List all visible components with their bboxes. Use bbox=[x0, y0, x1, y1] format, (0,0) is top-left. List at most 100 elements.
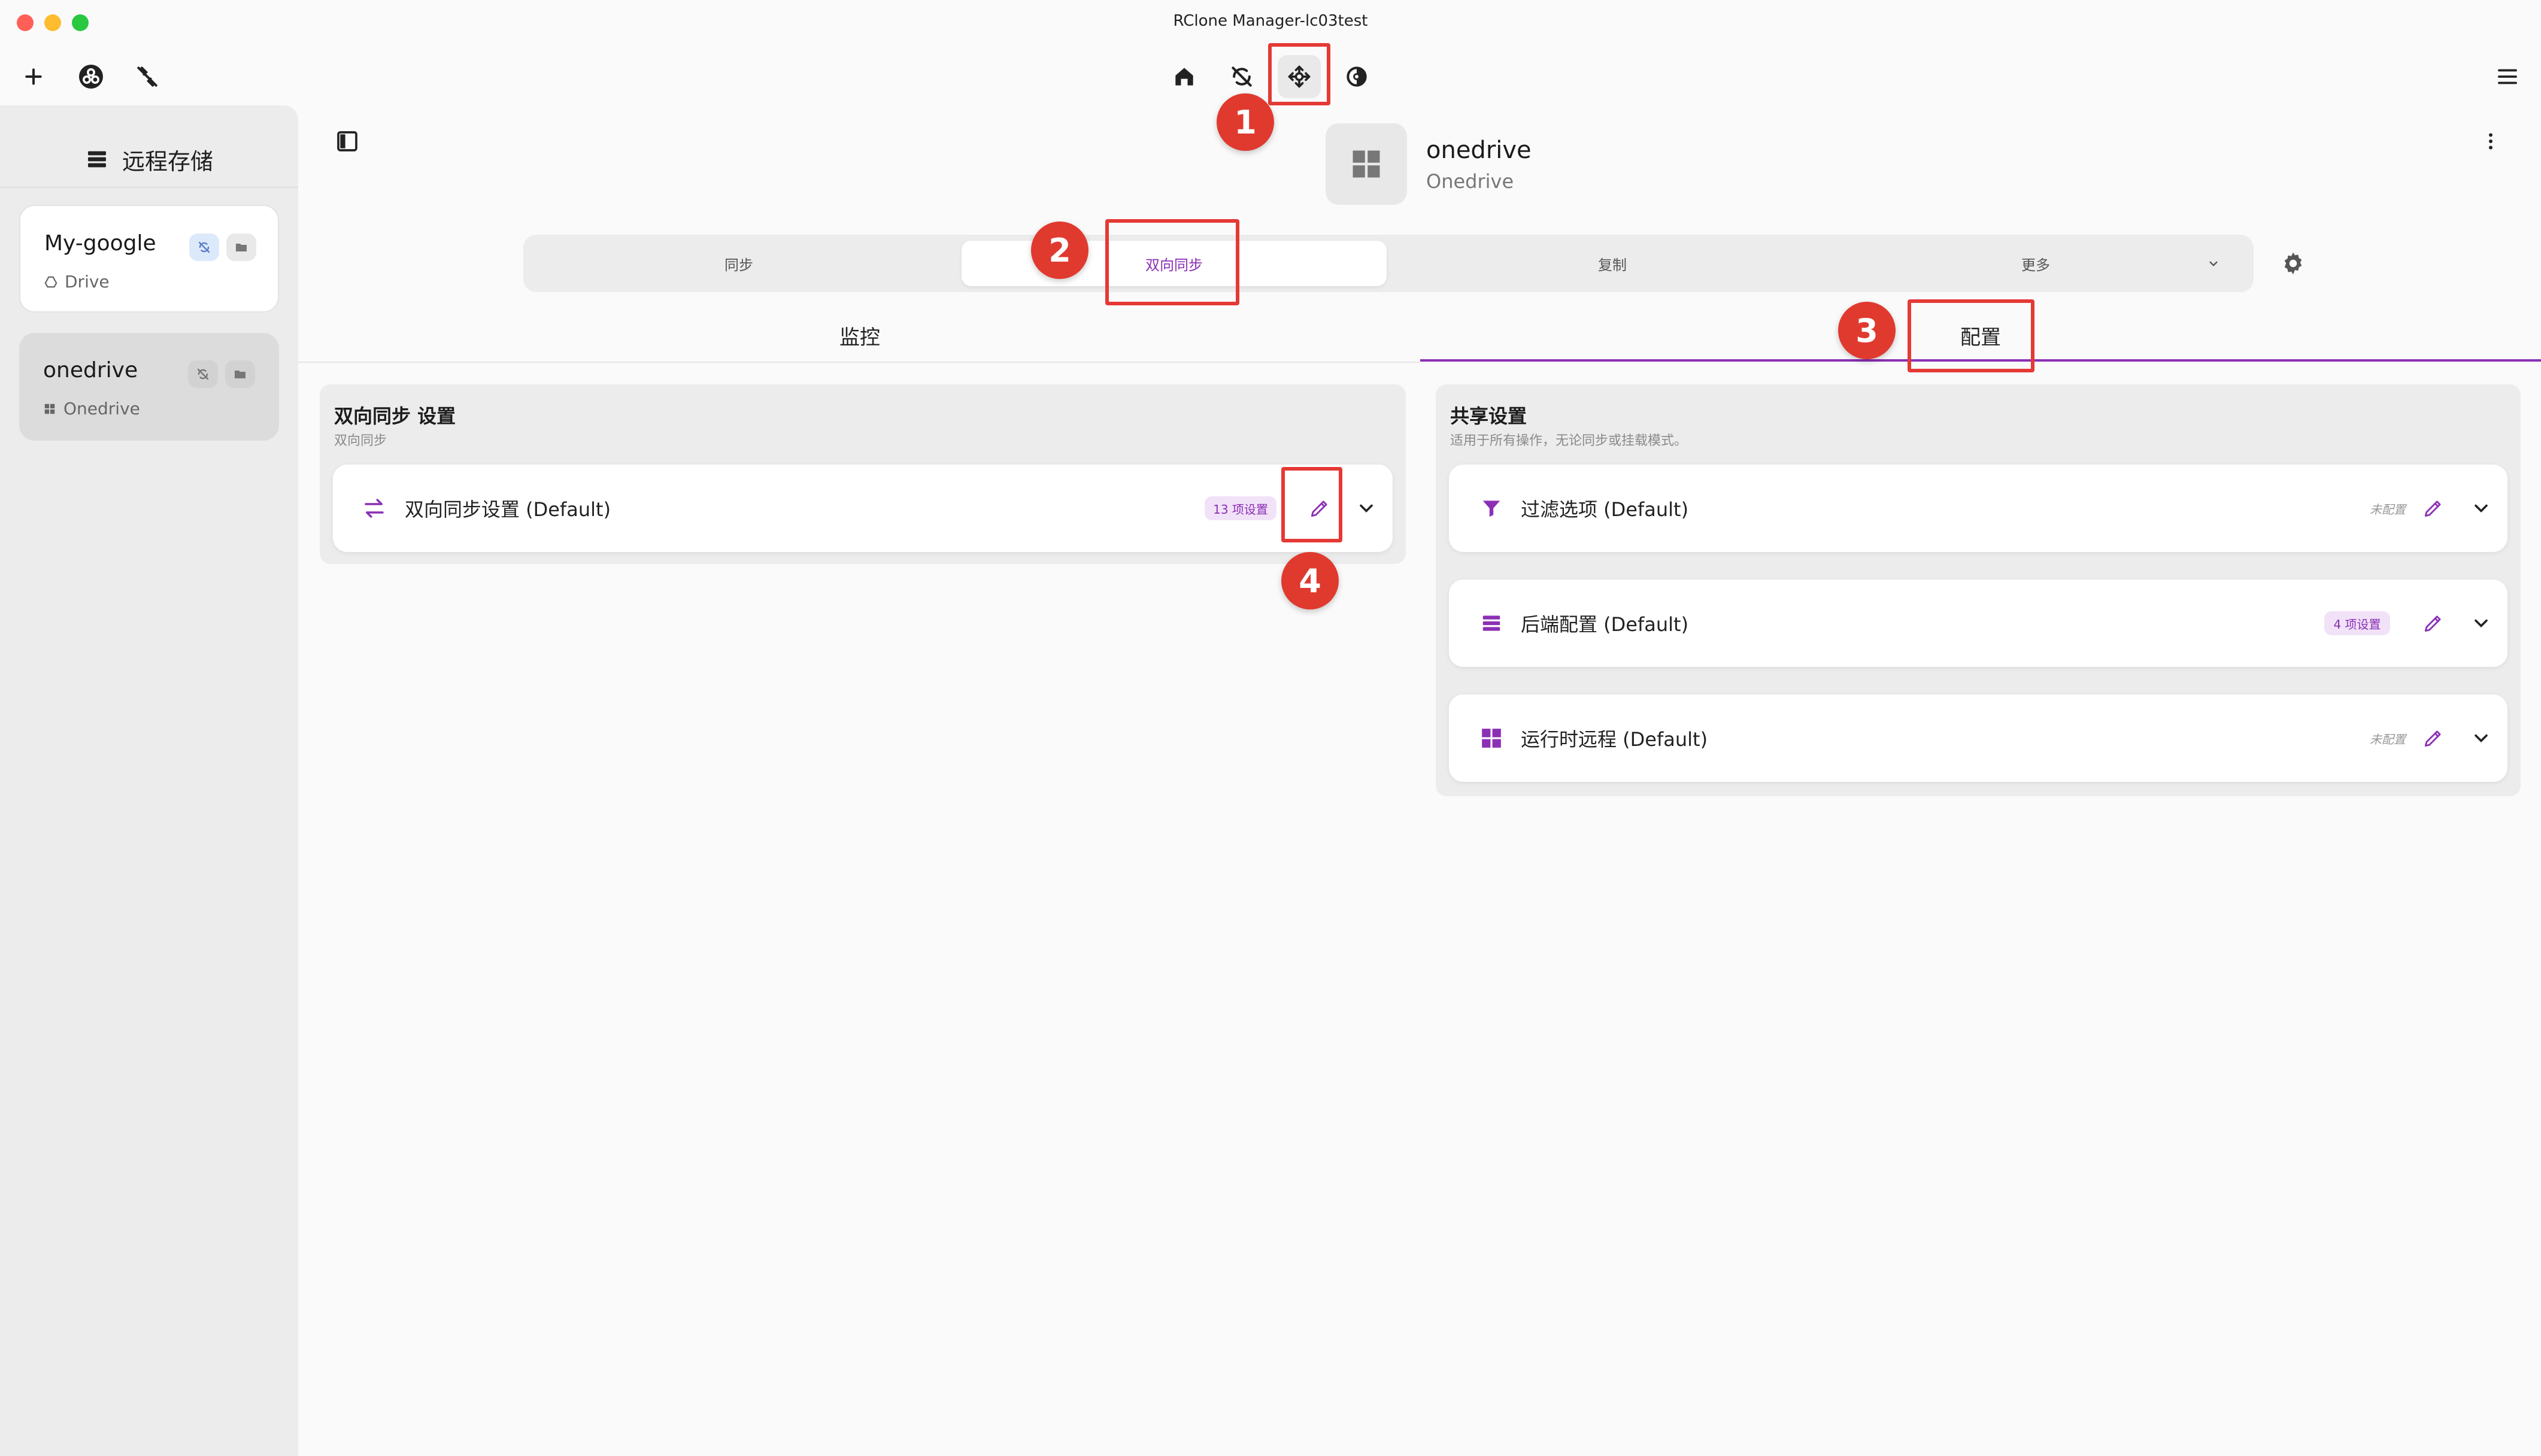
chevron-down-icon bbox=[1360, 504, 1373, 513]
row-icon bbox=[362, 465, 387, 552]
runtime-remote-row[interactable]: 运行时远程 (Default) 未配置 bbox=[1449, 694, 2507, 782]
filter-options-row[interactable]: 过滤选项 (Default) 未配置 bbox=[1449, 465, 2507, 552]
expand-button[interactable] bbox=[2463, 580, 2499, 667]
subtab-active-indicator bbox=[1420, 359, 2541, 362]
remote-name: onedrive bbox=[43, 358, 138, 383]
network-status-button[interactable] bbox=[126, 55, 169, 98]
tab-copy[interactable]: 复制 bbox=[1400, 241, 1825, 286]
list-icon bbox=[87, 151, 106, 168]
sidebar: 远程存储 My-google Drive onedrive Onedrive bbox=[0, 105, 298, 1456]
settings-count-chip: 4 项设置 bbox=[2324, 611, 2390, 635]
tab-more[interactable]: 更多 bbox=[1826, 241, 2245, 286]
not-configured-label: 未配置 bbox=[2370, 502, 2406, 517]
remote-type: Drive bbox=[44, 272, 110, 292]
bisync-settings-panel: 双向同步 设置 双向同步 双向同步设置 (Default) 13 项设置 bbox=[320, 384, 1406, 564]
sidebar-divider bbox=[0, 187, 298, 188]
chevron-down-icon bbox=[2475, 619, 2488, 628]
remote-more-button[interactable] bbox=[2469, 120, 2512, 163]
shared-settings-panel: 共享设置 适用于所有操作，无论同步或挂载模式。 过滤选项 (Default) 未… bbox=[1436, 384, 2521, 796]
row-label: 运行时远程 (Default) bbox=[1521, 728, 1708, 751]
backend-config-row[interactable]: 后端配置 (Default) 4 项设置 bbox=[1449, 580, 2507, 667]
row-label: 后端配置 (Default) bbox=[1521, 613, 1689, 636]
chevron-down-icon bbox=[2209, 261, 2218, 266]
nav-serve[interactable] bbox=[1335, 55, 1378, 98]
panel-subtitle: 双向同步 bbox=[334, 433, 387, 448]
remote-subtitle: Onedrive bbox=[1426, 170, 1514, 193]
edit-button[interactable] bbox=[2415, 580, 2451, 667]
app-window: RClone Manager-lc03test 远程存储 My-google D… bbox=[0, 0, 2541, 1456]
edit-button[interactable] bbox=[2415, 694, 2451, 782]
panel-title: 共享设置 bbox=[1450, 405, 1527, 427]
main-menu-button[interactable] bbox=[2486, 55, 2529, 98]
not-configured-label: 未配置 bbox=[2370, 732, 2406, 747]
annotation-number-2: 2 bbox=[1031, 222, 1088, 279]
row-icon bbox=[1480, 580, 1503, 667]
filter-icon bbox=[1482, 500, 1500, 517]
expand-button[interactable] bbox=[2463, 694, 2499, 782]
hamburger-icon bbox=[2498, 69, 2517, 84]
grid-icon bbox=[1482, 729, 1501, 748]
tab-bisync[interactable]: 双向同步 bbox=[962, 241, 1387, 286]
sidebar-header: 远程存储 bbox=[0, 129, 298, 189]
nav-mount[interactable] bbox=[1278, 55, 1321, 98]
annotation-number-4: 4 bbox=[1281, 552, 1339, 609]
remote-name: My-google bbox=[44, 231, 156, 256]
pencil-icon bbox=[2424, 730, 2441, 747]
expand-button[interactable] bbox=[2463, 465, 2499, 552]
row-label: 过滤选项 (Default) bbox=[1521, 498, 1689, 521]
sync-status-badge[interactable] bbox=[189, 233, 219, 261]
sync-icon bbox=[1232, 66, 1252, 87]
remote-title: onedrive bbox=[1426, 136, 1532, 164]
rclone-button[interactable] bbox=[69, 55, 113, 98]
chevron-down-icon bbox=[2475, 504, 2488, 513]
swap-arrows-icon bbox=[365, 499, 384, 518]
more-vertical-icon bbox=[2489, 133, 2493, 150]
sidebar-title: 远程存储 bbox=[122, 148, 213, 175]
drive-icon bbox=[44, 276, 57, 287]
home-icon bbox=[1175, 68, 1193, 86]
edit-button[interactable] bbox=[2415, 465, 2451, 552]
windows-icon bbox=[44, 404, 55, 414]
settings-count-chip: 13 项设置 bbox=[1205, 496, 1276, 520]
sidebar-toggle-button[interactable] bbox=[326, 120, 369, 163]
row-icon bbox=[1480, 694, 1503, 782]
sync-icon bbox=[198, 241, 210, 253]
serve-icon bbox=[1347, 66, 1367, 87]
remote-item-onedrive[interactable]: onedrive Onedrive bbox=[19, 333, 279, 441]
folder-icon bbox=[236, 244, 247, 251]
subtab-divider bbox=[298, 362, 1420, 363]
remote-type-label: Onedrive bbox=[63, 399, 140, 418]
sync-icon bbox=[197, 368, 209, 380]
row-icon bbox=[1480, 465, 1503, 552]
gear-icon bbox=[2284, 252, 2302, 275]
no-network-icon bbox=[137, 66, 157, 87]
plus-icon bbox=[25, 68, 42, 85]
list-icon bbox=[1482, 615, 1500, 631]
mount-status-badge[interactable] bbox=[226, 233, 256, 261]
pencil-icon bbox=[2424, 500, 2441, 517]
add-remote-button[interactable] bbox=[12, 55, 55, 98]
subtab-config[interactable]: 配置 bbox=[1420, 311, 2541, 359]
subtab-monitor[interactable]: 监控 bbox=[316, 311, 1403, 359]
panel-title: 双向同步 设置 bbox=[334, 405, 456, 427]
expand-button[interactable] bbox=[1348, 465, 1384, 552]
operation-settings-button[interactable] bbox=[2272, 242, 2315, 285]
rclone-logo-icon bbox=[79, 65, 103, 89]
remote-item-my-google[interactable]: My-google Drive bbox=[19, 205, 279, 313]
pencil-icon bbox=[2424, 615, 2441, 632]
window-title: RClone Manager-lc03test bbox=[1173, 12, 1368, 30]
nav-home[interactable] bbox=[1163, 55, 1206, 98]
mount-icon bbox=[1288, 65, 1311, 88]
nav-sync[interactable] bbox=[1220, 55, 1263, 98]
row-label: 双向同步设置 (Default) bbox=[405, 498, 611, 521]
tab-sync[interactable]: 同步 bbox=[529, 241, 948, 286]
pencil-icon bbox=[1311, 500, 1327, 517]
panel-subtitle: 适用于所有操作，无论同步或挂载模式。 bbox=[1450, 433, 1688, 448]
remote-type: Onedrive bbox=[43, 399, 140, 418]
mount-status-badge[interactable] bbox=[225, 360, 255, 388]
bisync-settings-row[interactable]: 双向同步设置 (Default) 13 项设置 bbox=[333, 465, 1393, 552]
sync-status-badge[interactable] bbox=[188, 360, 218, 388]
edit-button[interactable] bbox=[1302, 465, 1338, 552]
chevron-down-icon bbox=[2475, 734, 2488, 743]
remote-avatar bbox=[1326, 123, 1407, 205]
